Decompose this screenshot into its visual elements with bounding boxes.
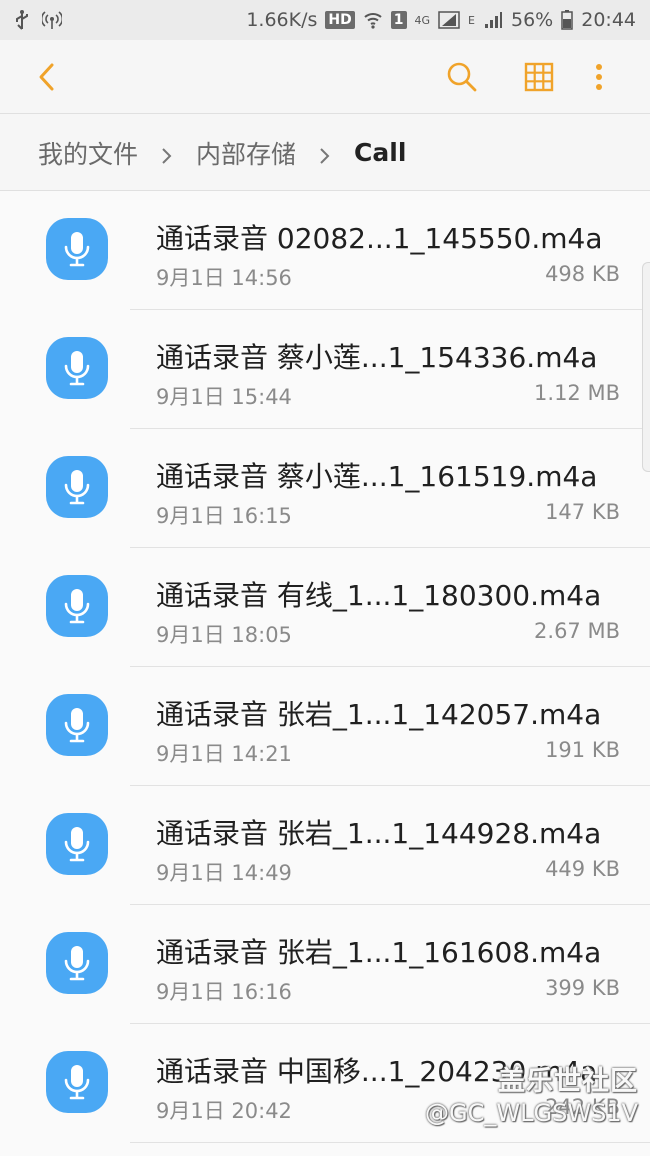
battery-icon (561, 10, 573, 30)
file-row[interactable]: 通话录音 中国移...1_204230.m4a 9月1日 20:42 242 KB (0, 1024, 650, 1143)
file-size: 1.12 MB (534, 381, 620, 405)
battery-level: 56% (511, 9, 554, 31)
microphone-icon (46, 218, 108, 280)
row-divider (130, 1142, 650, 1143)
microphone-icon (46, 694, 108, 756)
breadcrumb-internal-storage[interactable]: 内部存储 (196, 135, 296, 171)
grid-view-icon[interactable] (520, 58, 558, 96)
file-date: 9月1日 14:49 (156, 861, 292, 885)
file-size: 242 KB (545, 1095, 620, 1119)
file-row[interactable]: 通话录音 张岩_1...1_142057.m4a 9月1日 14:21 191 KB (0, 667, 650, 786)
file-name: 通话录音 有线_1...1_180300.m4a (156, 579, 602, 612)
edge-label: E (468, 13, 475, 27)
network-type-label: 4G (414, 13, 431, 27)
sim-badge: 1 (390, 11, 407, 29)
file-date: 9月1日 16:16 (156, 980, 292, 1004)
file-size: 449 KB (545, 857, 620, 881)
file-size: 147 KB (545, 500, 620, 524)
scrollbar-handle[interactable] (642, 262, 650, 472)
file-size: 191 KB (545, 738, 620, 762)
file-size: 498 KB (545, 262, 620, 286)
file-date: 9月1日 14:56 (156, 266, 292, 290)
file-row[interactable]: 通话录音 蔡小莲...1_161519.m4a 9月1日 16:15 147 KB (0, 429, 650, 548)
usb-debug-icon (14, 10, 30, 30)
file-date: 9月1日 18:05 (156, 623, 292, 647)
microphone-icon (46, 575, 108, 637)
file-size: 399 KB (545, 976, 620, 1000)
more-vert-icon[interactable] (584, 58, 614, 96)
file-name: 通话录音 张岩_1...1_161608.m4a (156, 936, 602, 969)
file-date: 9月1日 20:42 (156, 1099, 292, 1123)
file-row[interactable]: 通话录音 张岩_1...1_144928.m4a 9月1日 14:49 449 KB (0, 786, 650, 905)
file-row[interactable]: 通话录音 蔡小莲...1_154336.m4a 9月1日 15:44 1.12 MB (0, 310, 650, 429)
breadcrumb: 我的文件 内部存储 Call (0, 115, 650, 191)
file-name: 通话录音 张岩_1...1_144928.m4a (156, 817, 602, 850)
file-list: 通话录音 02082...1_145550.m4a 9月1日 14:56 498 K… (0, 191, 650, 1156)
microphone-icon (46, 932, 108, 994)
microphone-icon (46, 456, 108, 518)
file-name: 通话录音 02082...1_145550.m4a (156, 222, 603, 255)
file-date: 9月1日 15:44 (156, 385, 292, 409)
back-arrow-icon[interactable] (30, 58, 66, 96)
chevron-right-icon (318, 143, 332, 164)
file-row[interactable]: 通话录音 张岩_1...1_161608.m4a 9月1日 16:16 399 KB (0, 905, 650, 1024)
breadcrumb-my-files[interactable]: 我的文件 (38, 135, 138, 171)
file-name: 通话录音 张岩_1...1_142057.m4a (156, 698, 602, 731)
signal-icon-2 (483, 10, 503, 30)
microphone-icon (46, 813, 108, 875)
hd-badge: HD (325, 11, 355, 29)
app-bar (0, 40, 650, 114)
file-size: 2.67 MB (534, 619, 620, 643)
file-date: 9月1日 16:15 (156, 504, 292, 528)
network-speed: 1.66K/s (246, 9, 318, 31)
file-name: 通话录音 蔡小莲...1_154336.m4a (156, 341, 598, 374)
file-row[interactable]: 通话录音 有线_1...1_180300.m4a 9月1日 18:05 2.67 M… (0, 548, 650, 667)
signal-icon (438, 10, 460, 30)
file-row[interactable]: 通话录音 02082...1_145550.m4a 9月1日 14:56 498 K… (0, 191, 650, 310)
search-icon[interactable] (443, 58, 481, 96)
hotspot-icon (42, 10, 62, 30)
microphone-icon (46, 1051, 108, 1113)
file-name: 通话录音 中国移...1_204230.m4a (156, 1055, 598, 1088)
clock: 20:44 (581, 9, 636, 31)
chevron-right-icon (160, 143, 174, 164)
file-date: 9月1日 14:21 (156, 742, 292, 766)
status-bar: 1.66K/s HD 1 4G E 56% 20:44 (0, 0, 650, 40)
microphone-icon (46, 337, 108, 399)
wifi-icon (363, 10, 383, 30)
file-name: 通话录音 蔡小莲...1_161519.m4a (156, 460, 598, 493)
breadcrumb-current-folder: Call (354, 138, 407, 167)
